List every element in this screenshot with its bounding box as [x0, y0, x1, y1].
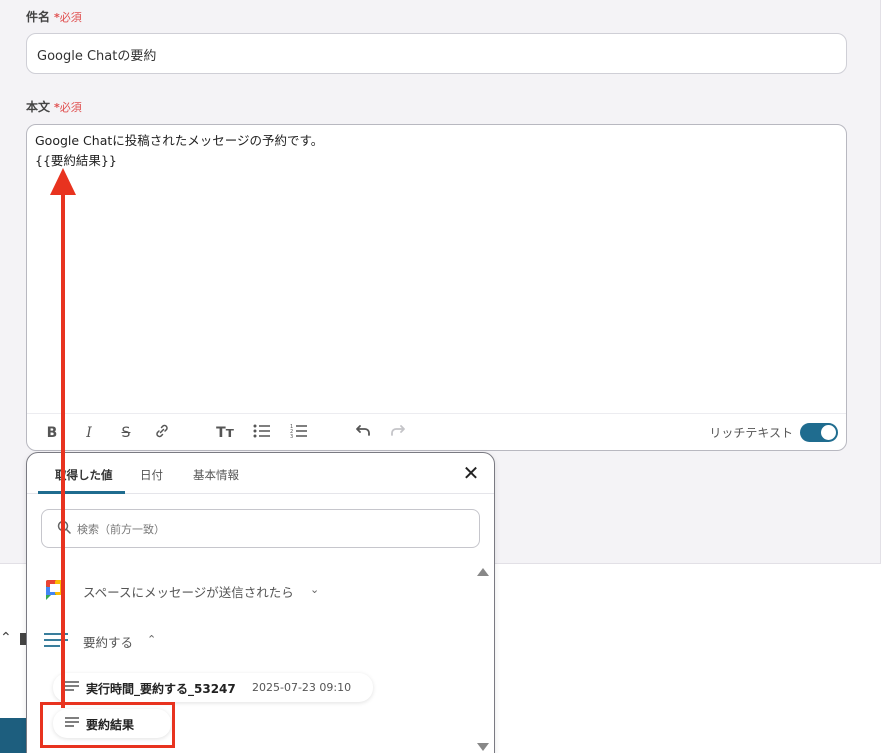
- rich-text-toggle[interactable]: [800, 423, 838, 442]
- search-input[interactable]: 検索（前方一致）: [41, 509, 480, 548]
- subject-input[interactable]: Google Chatの要約: [26, 33, 847, 74]
- item-value: 2025-07-23 09:10: [252, 681, 352, 694]
- svg-text:3: 3: [290, 434, 293, 439]
- scroll-down-icon[interactable]: [477, 743, 489, 751]
- bold-icon[interactable]: B: [42, 423, 62, 443]
- group-title-chat-trigger[interactable]: スペースにメッセージが送信されたら: [83, 582, 294, 601]
- chevron-down-icon[interactable]: ⌄: [310, 583, 319, 596]
- tab-date[interactable]: 日付: [140, 467, 163, 483]
- redo-icon[interactable]: [389, 423, 409, 443]
- rich-text-label: リッチテキスト: [709, 426, 793, 440]
- tab-basic-info[interactable]: 基本情報: [193, 467, 239, 483]
- background-button-fragment: [0, 718, 26, 753]
- editor-toolbar: B I S Tт 123 リッチテキスト: [27, 413, 846, 450]
- annotation-highlight-box: [40, 702, 175, 748]
- italic-icon[interactable]: I: [79, 423, 99, 443]
- tab-retrieved-values[interactable]: 取得した値: [55, 467, 113, 483]
- lines-icon: [65, 681, 79, 691]
- subject-label: 件名 *必須: [26, 10, 82, 24]
- popover-tabs: 取得した値 日付 基本情報 ✕: [27, 453, 494, 494]
- scroll-up-icon[interactable]: [477, 568, 489, 576]
- lines-icon: [44, 633, 68, 647]
- body-label: 本文 *必須: [26, 100, 82, 114]
- chevron-up-icon[interactable]: ⌃: [0, 630, 12, 646]
- search-icon: [57, 520, 71, 534]
- google-chat-icon: [46, 580, 64, 600]
- link-icon[interactable]: [152, 423, 172, 443]
- body-editor[interactable]: Google Chatに投稿されたメッセージの予約です。 {{要約結果}} B …: [26, 124, 847, 451]
- list-item-exec-time[interactable]: 実行時間_要約する_53247 2025-07-23 09:10: [53, 673, 373, 702]
- search-placeholder: 検索（前方一致）: [77, 523, 165, 536]
- chevron-up-icon[interactable]: ⌃: [147, 633, 156, 646]
- body-text[interactable]: Google Chatに投稿されたメッセージの予約です。 {{要約結果}}: [35, 131, 323, 171]
- text-size-icon[interactable]: Tт: [215, 423, 235, 443]
- bullet-list-icon[interactable]: [252, 423, 272, 443]
- strikethrough-icon[interactable]: S: [116, 423, 136, 443]
- close-icon[interactable]: ✕: [461, 463, 481, 483]
- undo-icon[interactable]: [352, 423, 372, 443]
- item-name: 実行時間_要約する_53247: [86, 682, 236, 696]
- active-tab-indicator: [38, 491, 125, 494]
- group-title-summarize[interactable]: 要約する: [83, 632, 133, 651]
- numbered-list-icon[interactable]: 123: [289, 423, 309, 443]
